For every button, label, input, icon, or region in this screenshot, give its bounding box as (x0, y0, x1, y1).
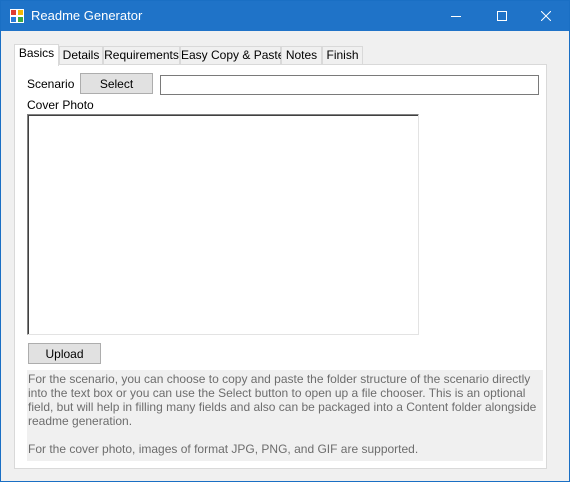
tab-requirements[interactable]: Requirements (103, 46, 180, 65)
app-window: Readme Generator Basics Details Requirem… (0, 0, 570, 482)
cover-photo-label: Cover Photo (27, 98, 94, 112)
close-button[interactable] (523, 1, 569, 31)
window-title: Readme Generator (31, 8, 143, 23)
maximize-button[interactable] (479, 1, 525, 31)
scenario-input[interactable] (160, 75, 539, 95)
tab-basics[interactable]: Basics (14, 44, 59, 66)
minimize-icon (451, 16, 461, 17)
minimize-button[interactable] (433, 1, 479, 31)
tab-easy-copy-paste[interactable]: Easy Copy & Paste (180, 46, 284, 65)
app-icon (10, 9, 24, 23)
scenario-label: Scenario (27, 77, 75, 91)
close-icon (541, 11, 551, 21)
basics-tab-page: Scenario Select Cover Photo Upload For t… (14, 64, 547, 469)
upload-button[interactable]: Upload (28, 343, 101, 364)
title-bar[interactable]: Readme Generator (1, 1, 569, 31)
select-button[interactable]: Select (80, 73, 153, 94)
tab-notes[interactable]: Notes (281, 46, 322, 65)
help-paragraph-cover-photo: For the cover photo, images of format JP… (28, 442, 419, 456)
cover-photo-box[interactable] (27, 114, 419, 335)
tab-details[interactable]: Details (59, 46, 103, 65)
help-text-box: For the scenario, you can choose to copy… (27, 370, 543, 461)
maximize-icon (497, 11, 507, 21)
help-paragraph-scenario: For the scenario, you can choose to copy… (28, 372, 537, 428)
tab-finish[interactable]: Finish (322, 46, 363, 65)
